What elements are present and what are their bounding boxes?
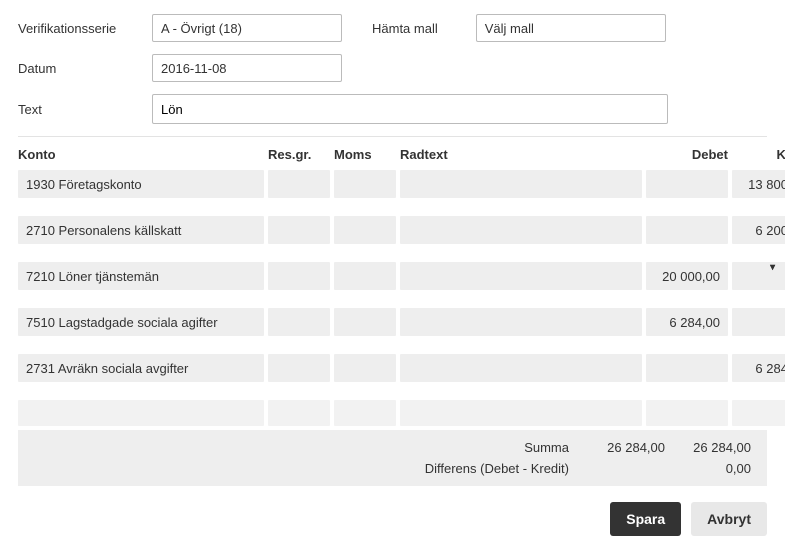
cell-debet[interactable]: 6 284,00 <box>646 308 728 336</box>
table-row: 2731 Avräkn sociala avgifter6 284,00 <box>18 354 767 382</box>
template-select[interactable]: Välj mall ▼ <box>476 14 666 42</box>
cell-kredit[interactable] <box>732 262 785 290</box>
row-spacer <box>18 293 767 305</box>
cell-konto[interactable]: 2731 Avräkn sociala avgifter <box>18 354 264 382</box>
cell-konto[interactable]: 7210 Löner tjänstemän <box>18 262 264 290</box>
cell-debet[interactable] <box>646 216 728 244</box>
date-select[interactable]: 2016-11-08 ▼ <box>152 54 342 82</box>
cell-konto[interactable]: 1930 Företagskonto <box>18 170 264 198</box>
chevron-down-icon: ▼ <box>768 262 777 272</box>
summa-kredit: 26 284,00 <box>677 440 759 455</box>
diff-value: 0,00 <box>677 461 759 476</box>
cell-kredit[interactable]: 6 200,00 <box>732 216 785 244</box>
diff-label: Differens (Debet - Kredit) <box>26 461 587 476</box>
cell-resgr[interactable] <box>268 400 330 426</box>
series-value: A - Övrigt (18) <box>161 21 242 36</box>
cell-kredit[interactable]: 6 284,00 <box>732 354 785 382</box>
cell-radtext[interactable] <box>400 354 642 382</box>
cancel-button[interactable]: Avbryt <box>691 502 767 536</box>
row-spacer <box>18 247 767 259</box>
col-radtext: Radtext <box>400 147 642 162</box>
cell-konto[interactable]: 7510 Lagstadgade sociala agifter <box>18 308 264 336</box>
text-input[interactable] <box>152 94 668 124</box>
cell-moms[interactable] <box>334 308 396 336</box>
cell-radtext[interactable] <box>400 216 642 244</box>
cell-debet[interactable]: 20 000,00 <box>646 262 728 290</box>
summa-label: Summa <box>26 440 587 455</box>
cell-resgr[interactable] <box>268 354 330 382</box>
cell-moms[interactable] <box>334 262 396 290</box>
template-value: Välj mall <box>485 21 534 36</box>
series-select[interactable]: A - Övrigt (18) ▼ <box>152 14 342 42</box>
date-label: Datum <box>18 61 144 76</box>
summary-block: Summa 26 284,00 26 284,00 Differens (Deb… <box>18 430 767 486</box>
cell-moms[interactable] <box>334 400 396 426</box>
template-label: Hämta mall <box>372 21 468 36</box>
col-konto: Konto <box>18 147 264 162</box>
row-spacer <box>18 385 767 397</box>
cell-radtext[interactable] <box>400 308 642 336</box>
cell-resgr[interactable] <box>268 308 330 336</box>
text-label: Text <box>18 102 144 117</box>
voucher-table: Konto Res.gr. Moms Radtext Debet Kredit … <box>18 147 767 486</box>
col-debet: Debet <box>646 147 728 162</box>
cell-kredit[interactable] <box>732 308 785 336</box>
summa-debet: 26 284,00 <box>591 440 673 455</box>
date-value: 2016-11-08 <box>161 61 227 76</box>
cell-radtext[interactable] <box>400 262 642 290</box>
cell-resgr[interactable] <box>268 262 330 290</box>
cell-resgr[interactable] <box>268 216 330 244</box>
cell-konto[interactable]: 2710 Personalens källskatt <box>18 216 264 244</box>
cell-moms[interactable] <box>334 170 396 198</box>
cell-resgr[interactable] <box>268 170 330 198</box>
cell-kredit[interactable] <box>732 400 785 426</box>
series-label: Verifikationsserie <box>18 21 144 36</box>
cell-debet[interactable] <box>646 354 728 382</box>
row-spacer <box>18 201 767 213</box>
save-button[interactable]: Spara <box>610 502 681 536</box>
col-resgr: Res.gr. <box>268 147 330 162</box>
table-empty-row[interactable] <box>18 400 767 426</box>
table-row: 7210 Löner tjänstemän 20 000,00 <box>18 262 767 290</box>
cell-moms[interactable] <box>334 354 396 382</box>
row-spacer <box>18 339 767 351</box>
cell-debet[interactable] <box>646 400 728 426</box>
cell-debet[interactable] <box>646 170 728 198</box>
table-row: 2710 Personalens källskatt6 200,00 <box>18 216 767 244</box>
diff-spacer <box>591 461 673 476</box>
cell-radtext[interactable] <box>400 170 642 198</box>
table-row: 7510 Lagstadgade sociala agifter 6 284,00 <box>18 308 767 336</box>
table-row: 1930 Företagskonto13 800,00 <box>18 170 767 198</box>
cell-kredit[interactable]: 13 800,00 <box>732 170 785 198</box>
col-moms: Moms <box>334 147 396 162</box>
cell-moms[interactable] <box>334 216 396 244</box>
cell-radtext[interactable] <box>400 400 642 426</box>
col-kredit: Kredit <box>732 147 785 162</box>
divider <box>18 136 767 137</box>
cell-konto[interactable] <box>18 400 264 426</box>
